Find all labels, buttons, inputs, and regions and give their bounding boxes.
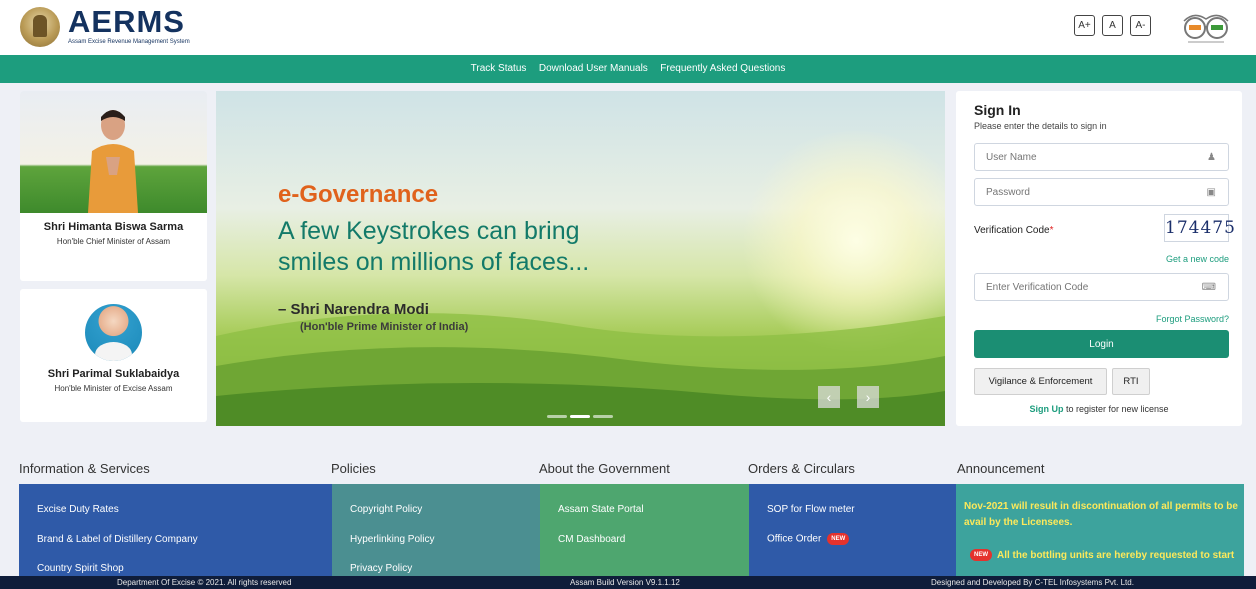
- password-input[interactable]: [975, 179, 1195, 205]
- keyboard-icon: ⌨: [1201, 282, 1216, 293]
- policies-panel: Copyright Policy Hyperlinking Policy Pri…: [332, 484, 540, 576]
- sign-in-title: Sign In: [974, 102, 1021, 118]
- orders-circulars-heading: Orders & Circulars: [748, 461, 855, 476]
- carousel-indicators: [547, 405, 616, 423]
- hero-banner: e-Governance A few Keystrokes can bring …: [216, 91, 945, 426]
- link-cm-dashboard[interactable]: CM Dashboard: [558, 534, 625, 545]
- carousel-dot[interactable]: [593, 415, 613, 418]
- login-button[interactable]: Login: [974, 330, 1229, 358]
- new-badge-icon: NEW: [970, 549, 992, 562]
- excise-minister-avatar: [85, 304, 142, 361]
- link-hyperlinking-policy[interactable]: Hyperlinking Policy: [350, 534, 434, 545]
- verification-code-label: Verification Code*: [974, 225, 1054, 236]
- logo-subtitle: Assam Excise Revenue Management System: [68, 39, 190, 45]
- announcement-text-1: Nov-2021 will result in discontinuation …: [964, 501, 1238, 528]
- link-sop-flow-meter[interactable]: SOP for Flow meter: [767, 504, 855, 515]
- rti-button[interactable]: RTI: [1112, 368, 1150, 395]
- nav-track-status[interactable]: Track Status: [471, 55, 527, 83]
- info-services-heading: Information & Services: [19, 461, 150, 476]
- get-new-code-link[interactable]: Get a new code: [1166, 254, 1229, 264]
- orders-circulars-panel: SOP for Flow meter Office Order NEW: [749, 484, 956, 576]
- verification-code-field: ⌨: [974, 273, 1229, 301]
- forgot-password-link[interactable]: Forgot Password?: [1156, 314, 1229, 324]
- carousel-next-icon[interactable]: ›: [857, 386, 879, 408]
- state-emblem-icon: [20, 7, 60, 47]
- user-icon: ♟: [1207, 152, 1216, 163]
- policies-heading: Policies: [331, 461, 376, 476]
- font-increase-button[interactable]: A+: [1074, 15, 1095, 36]
- banner-title: e-Governance: [278, 181, 439, 208]
- office-order-label: Office Order: [767, 533, 822, 545]
- chief-minister-role: Hon'ble Chief Minister of Assam: [56, 237, 171, 246]
- footer-developer-credit: Designed and Developed By C-TEL Infosyst…: [931, 578, 1134, 587]
- new-badge-icon: NEW: [827, 533, 850, 545]
- announcement-item-2: NEW All the bottling units are hereby req…: [970, 548, 1244, 564]
- info-services-panel: Excise Duty Rates Brand & Label of Disti…: [19, 484, 332, 576]
- top-nav-bar: Track Status Download User Manuals Frequ…: [0, 55, 1256, 83]
- sign-up-link[interactable]: Sign Up: [1029, 404, 1063, 414]
- signup-line: Sign Up to register for new license: [956, 404, 1242, 414]
- excise-minister-role: Hon'ble Minister of Excise Assam: [54, 384, 173, 393]
- link-assam-state-portal[interactable]: Assam State Portal: [558, 504, 644, 515]
- carousel-dot[interactable]: [547, 415, 567, 418]
- footer-build-version: Assam Build Version V9.1.1.12: [570, 578, 680, 587]
- banner-author-role: (Hon'ble Prime Minister of India): [300, 321, 469, 333]
- link-privacy-policy[interactable]: Privacy Policy: [350, 563, 412, 574]
- footer-bar: Department Of Excise © 2021. All rights …: [0, 576, 1256, 589]
- link-country-spirit-shop[interactable]: Country Spirit Shop: [37, 563, 124, 574]
- sign-in-panel: Sign In Please enter the details to sign…: [956, 91, 1242, 426]
- excise-minister-name: Shri Parimal Suklabaidya: [47, 368, 180, 380]
- password-field: ▣: [974, 178, 1229, 206]
- banner-quote-line1: A few Keystrokes can bring: [278, 217, 580, 245]
- username-input[interactable]: [975, 144, 1195, 170]
- person-portrait-icon: [88, 110, 138, 213]
- site-header: AERMS Assam Excise Revenue Management Sy…: [0, 0, 1256, 55]
- verification-label-text: Verification Code: [974, 225, 1050, 236]
- verification-code-input[interactable]: [975, 274, 1195, 300]
- font-normal-button[interactable]: A: [1102, 15, 1123, 36]
- excise-minister-card: Shri Parimal Suklabaidya Hon'ble Ministe…: [20, 289, 207, 422]
- chief-minister-name: Shri Himanta Biswa Sarma: [43, 221, 184, 233]
- chief-minister-card: Shri Himanta Biswa Sarma Hon'ble Chief M…: [20, 91, 207, 281]
- font-decrease-button[interactable]: A-: [1130, 15, 1151, 36]
- banner-quote-author: – Shri Narendra Modi: [278, 301, 429, 318]
- captcha-image: 174475: [1164, 214, 1235, 242]
- footer-copyright: Department Of Excise © 2021. All rights …: [117, 578, 292, 587]
- signup-text: to register for new license: [1063, 404, 1169, 414]
- carousel-dot-active[interactable]: [570, 415, 590, 418]
- banner-quote-line2: smiles on millions of faces...: [278, 248, 590, 276]
- sign-in-subtitle: Please enter the details to sign in: [974, 121, 1107, 131]
- aerms-logo[interactable]: AERMS: [68, 4, 185, 40]
- required-mark: *: [1049, 225, 1054, 236]
- link-copyright-policy[interactable]: Copyright Policy: [350, 504, 422, 515]
- username-field: ♟: [974, 143, 1229, 171]
- vigilance-enforcement-button[interactable]: Vigilance & Enforcement: [974, 368, 1107, 395]
- swachh-bharat-glasses-icon: [1183, 14, 1229, 43]
- nav-download-user-manuals[interactable]: Download User Manuals: [539, 55, 648, 83]
- lock-icon: ▣: [1206, 187, 1216, 198]
- about-government-heading: About the Government: [539, 461, 670, 476]
- link-office-order[interactable]: Office Order NEW: [767, 533, 850, 545]
- about-government-panel: Assam State Portal CM Dashboard: [540, 484, 749, 576]
- nav-faq[interactable]: Frequently Asked Questions: [660, 55, 785, 83]
- carousel-prev-icon[interactable]: ‹: [818, 386, 840, 408]
- announcement-text-2: All the bottling units are hereby reques…: [997, 550, 1235, 561]
- link-excise-duty-rates[interactable]: Excise Duty Rates: [37, 504, 119, 515]
- chief-minister-photo: [20, 91, 207, 213]
- announcement-heading: Announcement: [957, 461, 1045, 476]
- link-brand-label-distillery[interactable]: Brand & Label of Distillery Company: [37, 534, 198, 545]
- announcement-panel: Nov-2021 will result in discontinuation …: [956, 484, 1244, 576]
